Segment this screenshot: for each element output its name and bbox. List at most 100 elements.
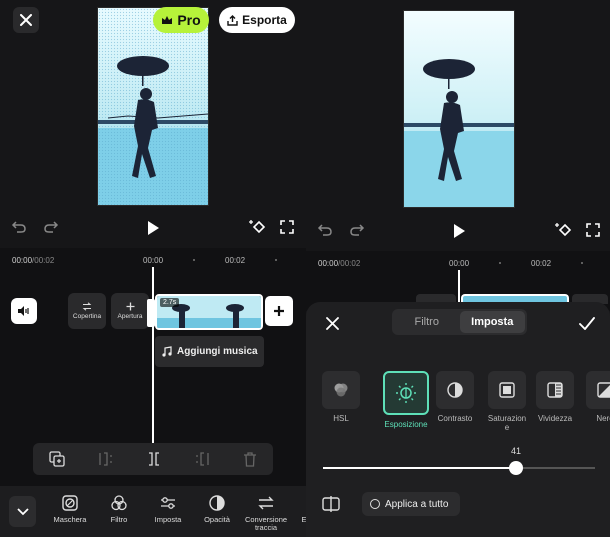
convert-icon	[258, 496, 274, 510]
video-preview	[403, 10, 515, 208]
toolbar-label: Maschera	[53, 515, 87, 524]
redo-button[interactable]	[349, 222, 365, 238]
cover-button[interactable]: Copertina	[68, 293, 106, 329]
toolbar-filter[interactable]: Filtro	[99, 494, 139, 524]
delete-button[interactable]	[243, 451, 257, 467]
fullscreen-button[interactable]	[279, 219, 295, 235]
ruler-dot	[499, 262, 501, 264]
adjust-contrast[interactable]: Contrasto	[436, 371, 474, 423]
exposure-slider[interactable]	[323, 461, 595, 475]
adjust-saturation[interactable]: Saturazione	[486, 371, 528, 432]
ruler-dot	[581, 262, 583, 264]
magic-diamond-icon	[555, 223, 572, 237]
compare-button[interactable]	[321, 494, 341, 514]
fullscreen-button[interactable]	[585, 222, 601, 238]
hsl-icon	[334, 383, 348, 397]
add-music-button[interactable]: Aggiungi musica	[155, 336, 264, 367]
undo-icon	[317, 224, 332, 236]
toolbar-label: Filtro	[110, 515, 128, 524]
time-total: /00:02	[338, 259, 361, 268]
speaker-icon	[18, 306, 29, 316]
sliders-icon	[161, 497, 175, 509]
undo-button[interactable]	[317, 222, 333, 238]
adjust-black[interactable]: Nero	[586, 371, 610, 423]
clip-duration: 2.7s	[160, 298, 180, 307]
ruler-label: 00:00	[143, 256, 164, 265]
exposure-icon	[396, 383, 416, 403]
black-icon	[597, 382, 610, 398]
duplicate-icon	[49, 451, 65, 467]
preview-image	[98, 8, 208, 205]
trim-start-icon	[98, 452, 112, 466]
duplicate-button[interactable]	[49, 451, 65, 467]
redo-button[interactable]	[43, 219, 59, 235]
clip-tool-strip	[33, 443, 273, 475]
pro-badge[interactable]: Pro	[153, 7, 209, 33]
slider-knob[interactable]	[509, 461, 524, 475]
toolbar-adjust[interactable]: Imposta	[148, 494, 188, 524]
play-button[interactable]	[450, 222, 468, 240]
video-clip[interactable]: 2.7s	[155, 294, 263, 330]
upload-icon	[227, 14, 238, 26]
preview-image	[404, 11, 514, 207]
time-total: /00:02	[32, 256, 55, 265]
toolbar-opacity[interactable]: Opacità	[197, 494, 237, 524]
undo-icon	[11, 221, 26, 233]
adjust-exposure[interactable]: Esposizione	[383, 371, 429, 429]
magic-diamond-icon	[249, 220, 266, 234]
magic-button[interactable]	[552, 220, 574, 240]
undo-button[interactable]	[11, 219, 27, 235]
tab-filtro[interactable]: Filtro	[394, 311, 460, 333]
opening-button[interactable]: Apertura	[111, 293, 149, 329]
adjust-label: Nero	[596, 414, 610, 423]
chevron-down-icon	[16, 507, 29, 515]
adjust-label: Esposizione	[384, 420, 428, 429]
apply-all-label: Applica a tutto	[385, 498, 449, 510]
play-icon	[454, 224, 465, 238]
trim-start-button[interactable]	[98, 452, 114, 466]
contrast-icon	[447, 382, 463, 398]
swap-icon	[82, 302, 92, 311]
adjust-hsl[interactable]: HSL	[322, 371, 360, 423]
time-display: 00:00/00:02	[318, 259, 360, 268]
toolbar-label: Imposta	[154, 515, 182, 524]
clip-thumbnail	[209, 296, 261, 328]
toolbar-mask[interactable]: Maschera	[50, 494, 90, 524]
add-clip-button[interactable]	[265, 296, 293, 326]
play-icon	[148, 221, 159, 235]
ruler-dot	[193, 259, 195, 261]
adjust-label: HSL	[333, 414, 349, 423]
confirm-button[interactable]	[577, 313, 597, 333]
export-label: Esporta	[242, 13, 287, 27]
adjust-vibrance[interactable]: Vividezza	[536, 371, 574, 423]
time-current: 00:00	[318, 259, 339, 268]
magic-button[interactable]	[246, 217, 268, 237]
ruler-label: 00:00	[449, 259, 470, 268]
redo-icon	[350, 224, 365, 236]
trash-icon	[243, 451, 256, 467]
mask-icon	[62, 495, 78, 511]
export-button[interactable]: Esporta	[219, 7, 295, 33]
opacity-icon	[209, 495, 225, 511]
split-button[interactable]	[146, 452, 162, 466]
split-icon	[148, 452, 159, 466]
close-button[interactable]	[13, 7, 39, 33]
redo-icon	[44, 221, 59, 233]
fullscreen-icon	[586, 223, 600, 237]
apply-all-button[interactable]: Applica a tutto	[362, 492, 460, 516]
toolbar-convert-track[interactable]: Conversione traccia	[240, 494, 292, 532]
toolbar-more[interactable]: E	[298, 494, 306, 524]
cover-label: Copertina	[72, 313, 102, 320]
music-note-icon	[162, 346, 172, 357]
plus-icon	[274, 306, 284, 316]
mute-button[interactable]	[11, 298, 37, 324]
playhead[interactable]	[458, 270, 460, 306]
crown-icon	[162, 16, 173, 24]
tab-imposta[interactable]: Imposta	[459, 311, 525, 333]
playhead[interactable]	[152, 267, 154, 443]
play-button[interactable]	[144, 219, 162, 237]
trim-end-button[interactable]	[194, 452, 210, 466]
slider-value: 41	[511, 446, 522, 456]
close-sheet-button[interactable]	[323, 314, 341, 332]
collapse-button[interactable]	[9, 496, 36, 527]
